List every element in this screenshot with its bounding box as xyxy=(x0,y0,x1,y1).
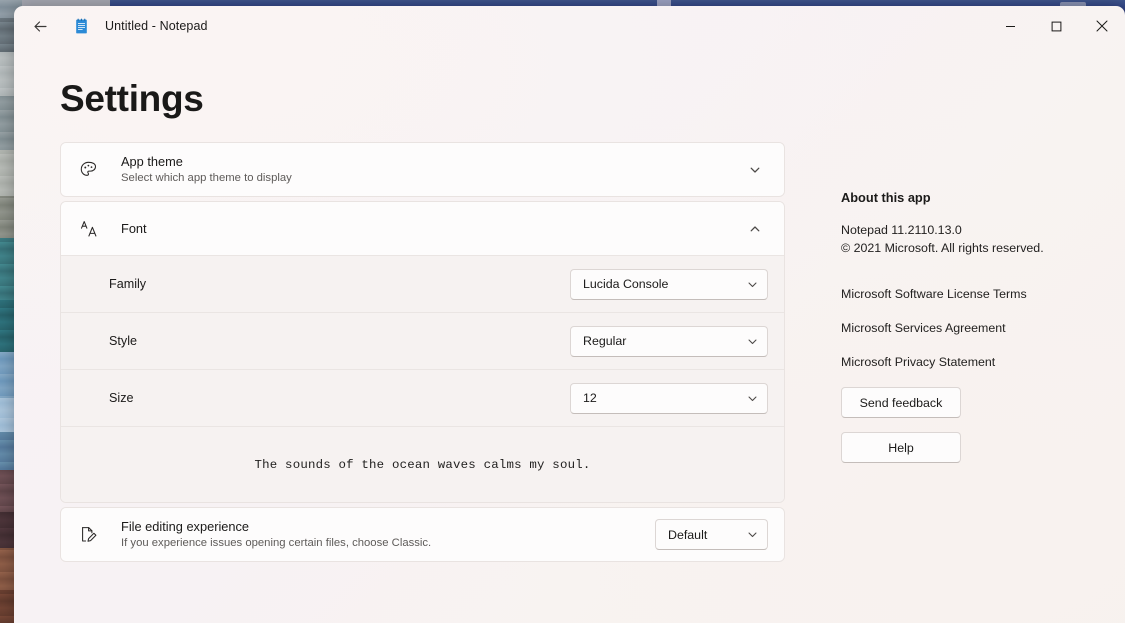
chevron-up-icon[interactable] xyxy=(742,216,768,242)
font-preview-text: The sounds of the ocean waves calms my s… xyxy=(255,458,591,472)
font-style-dropdown[interactable]: Regular xyxy=(570,326,768,357)
card-font: Font Family xyxy=(60,201,785,503)
window-titlebar: Untitled - Notepad xyxy=(14,6,1125,46)
font-right xyxy=(742,216,768,242)
file-editing-subtitle: If you experience issues opening certain… xyxy=(121,536,655,551)
font-family-label: Family xyxy=(109,277,570,291)
font-style-label: Style xyxy=(109,334,570,348)
back-arrow-icon xyxy=(32,18,49,35)
file-editing-title: File editing experience xyxy=(121,519,655,535)
settings-list: App theme Select which app theme to disp… xyxy=(60,142,785,566)
font-size-row: Size 12 xyxy=(61,369,784,426)
font-style-row: Style Regular xyxy=(61,312,784,369)
app-theme-right xyxy=(742,157,768,183)
close-button[interactable] xyxy=(1079,6,1125,46)
card-app-theme: App theme Select which app theme to disp… xyxy=(60,142,785,197)
font-family-row: Family Lucida Console xyxy=(61,255,784,312)
chevron-down-icon xyxy=(747,336,758,347)
file-edit-icon xyxy=(79,525,105,544)
font-size-value: 12 xyxy=(583,391,747,405)
notepad-app-icon xyxy=(72,17,90,35)
notepad-settings-window: Untitled - Notepad Settings xyxy=(14,6,1125,623)
font-size-label: Size xyxy=(109,391,570,405)
maximize-icon xyxy=(1051,21,1062,32)
font-preview-row: The sounds of the ocean waves calms my s… xyxy=(61,426,784,502)
about-heading: About this app xyxy=(841,190,1091,205)
maximize-button[interactable] xyxy=(1033,6,1079,46)
link-software-license-terms[interactable]: Microsoft Software License Terms xyxy=(841,285,1027,303)
file-editing-dropdown[interactable]: Default xyxy=(655,519,768,550)
page-title: Settings xyxy=(60,78,204,120)
window-controls xyxy=(987,6,1125,46)
about-version: Notepad 11.2110.13.0 xyxy=(841,221,1091,239)
link-privacy-statement[interactable]: Microsoft Privacy Statement xyxy=(841,353,995,371)
file-editing-right: Default xyxy=(655,519,768,550)
chevron-down-icon[interactable] xyxy=(742,157,768,183)
card-file-editing: File editing experience If you experienc… xyxy=(60,507,785,562)
close-icon xyxy=(1096,20,1108,32)
back-button[interactable] xyxy=(22,10,58,42)
font-aa-icon xyxy=(79,219,105,239)
font-size-dropdown[interactable]: 12 xyxy=(570,383,768,414)
link-services-agreement[interactable]: Microsoft Services Agreement xyxy=(841,319,1006,337)
app-theme-texts: App theme Select which app theme to disp… xyxy=(121,154,742,186)
file-editing-texts: File editing experience If you experienc… xyxy=(121,519,655,551)
palette-icon xyxy=(79,160,105,179)
file-editing-row[interactable]: File editing experience If you experienc… xyxy=(61,508,784,561)
about-copyright: © 2021 Microsoft. All rights reserved. xyxy=(841,239,1091,257)
font-family-value: Lucida Console xyxy=(583,277,747,291)
notepad-icon xyxy=(73,18,90,35)
font-style-value: Regular xyxy=(583,334,747,348)
app-theme-subtitle: Select which app theme to display xyxy=(121,171,742,186)
help-button[interactable]: Help xyxy=(841,432,961,463)
font-family-dropdown[interactable]: Lucida Console xyxy=(570,269,768,300)
about-panel: About this app Notepad 11.2110.13.0 © 20… xyxy=(841,190,1091,463)
chevron-down-icon xyxy=(747,393,758,404)
chevron-down-icon xyxy=(747,279,758,290)
minimize-icon xyxy=(1005,21,1016,32)
font-title: Font xyxy=(121,221,742,237)
font-row[interactable]: Font xyxy=(61,202,784,255)
file-editing-value: Default xyxy=(668,528,747,542)
app-theme-row[interactable]: App theme Select which app theme to disp… xyxy=(61,143,784,196)
about-links: Microsoft Software License Terms Microso… xyxy=(841,285,1091,371)
minimize-button[interactable] xyxy=(987,6,1033,46)
app-theme-title: App theme xyxy=(121,154,742,170)
send-feedback-button[interactable]: Send feedback xyxy=(841,387,961,418)
chevron-down-icon xyxy=(747,529,758,540)
window-title: Untitled - Notepad xyxy=(105,19,208,33)
font-texts: Font xyxy=(121,221,742,237)
